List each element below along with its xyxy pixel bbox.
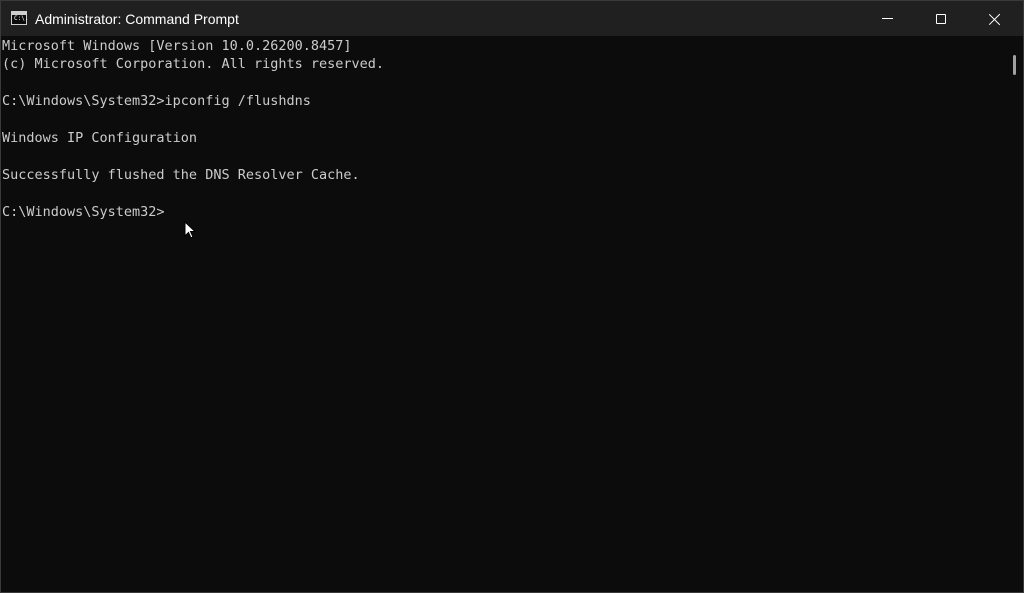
mouse-pointer-icon <box>184 221 197 239</box>
vertical-scrollbar[interactable] <box>1007 37 1023 592</box>
minimize-button[interactable] <box>860 1 914 36</box>
maximize-button[interactable] <box>914 1 968 36</box>
console-line-flushed: Successfully flushed the DNS Resolver Ca… <box>2 167 360 183</box>
close-icon <box>989 13 1001 25</box>
minimize-icon <box>881 18 893 19</box>
console-output[interactable]: Microsoft Windows [Version 10.0.26200.84… <box>2 37 1002 592</box>
command-prompt-window: C:\. Administrator: Command Prompt Micro… <box>0 0 1024 593</box>
console-line-copyright: (c) Microsoft Corporation. All rights re… <box>2 56 385 72</box>
console-line-command: C:\Windows\System32>ipconfig /flushdns <box>2 93 311 109</box>
title-bar[interactable]: C:\. Administrator: Command Prompt <box>1 1 1023 36</box>
app-icon-glyph: C:\. <box>14 15 29 22</box>
close-button[interactable] <box>968 1 1022 36</box>
console-line-ip-config: Windows IP Configuration <box>2 130 198 146</box>
scrollbar-thumb[interactable] <box>1013 55 1016 75</box>
console-prompt[interactable]: C:\Windows\System32> <box>2 203 165 221</box>
console-line-version: Microsoft Windows [Version 10.0.26200.84… <box>2 38 352 54</box>
command-prompt-icon[interactable]: C:\. <box>11 11 29 25</box>
maximize-icon <box>936 13 946 24</box>
window-title: Administrator: Command Prompt <box>35 11 239 27</box>
